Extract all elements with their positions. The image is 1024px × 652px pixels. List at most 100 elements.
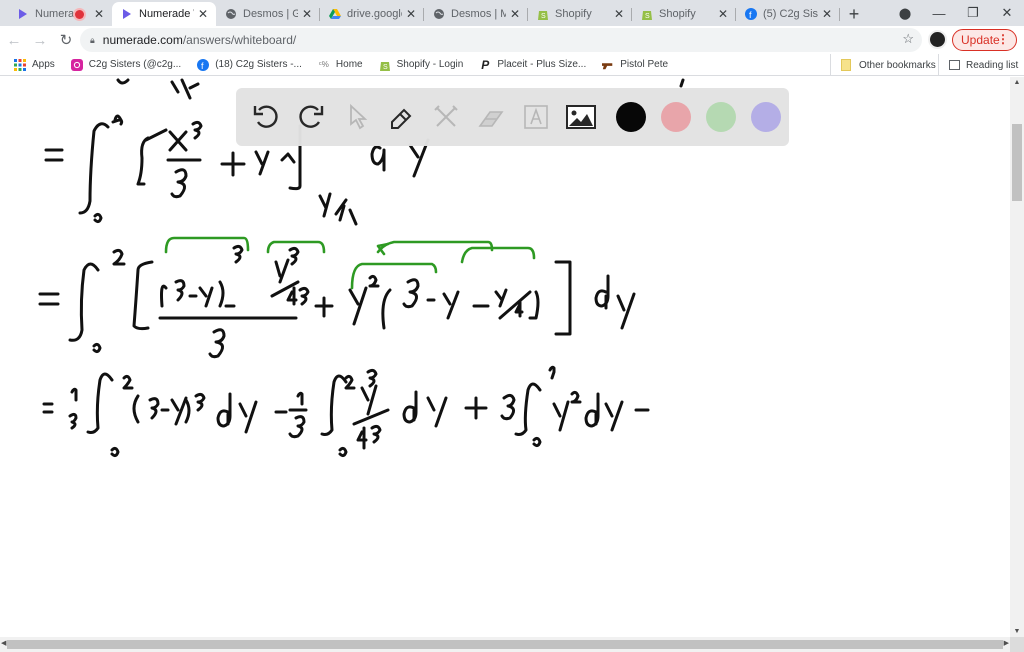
bookmark-item[interactable]: Pistol Pete <box>602 59 668 71</box>
reload-button[interactable]: ↻ <box>54 31 78 49</box>
whiteboard-toolbar <box>236 88 789 146</box>
color-swatch[interactable] <box>616 102 646 132</box>
eraser-tool-button[interactable] <box>473 99 509 135</box>
tab-title: Shopify <box>659 8 696 20</box>
equation-line-2 <box>38 236 636 359</box>
tab-title: Numerade Whiteboard <box>139 8 194 20</box>
bookmark-label: (18) C2g Sisters -... <box>215 59 302 70</box>
close-tab-icon[interactable]: ✕ <box>302 7 312 21</box>
vertical-scrollbar[interactable]: ▲ ▼ <box>1010 77 1024 637</box>
bookmark-item[interactable]: P Placeit - Plus Size... <box>479 57 586 72</box>
image-tool-button[interactable] <box>563 99 599 135</box>
redo-button[interactable] <box>293 99 329 135</box>
other-bookmarks[interactable]: Other bookmarks <box>830 54 936 76</box>
shopify-icon: S <box>379 59 391 71</box>
color-swatch[interactable] <box>751 102 781 132</box>
browser-tab[interactable]: Desmos | Graphing ✕ <box>216 2 320 26</box>
svg-text:S: S <box>383 64 388 71</box>
back-button[interactable]: ← <box>2 32 26 49</box>
bookmark-item[interactable]: C2g Sisters (@c2g... <box>70 58 182 71</box>
scroll-left-icon[interactable]: ◀ <box>1 639 6 647</box>
scroll-up-icon[interactable]: ▲ <box>1010 79 1024 86</box>
bookmark-label: Apps <box>32 59 55 70</box>
bookmark-label: C2g Sisters (@c2g... <box>88 59 182 70</box>
forward-button[interactable]: → <box>28 32 52 49</box>
pen-tool-button[interactable] <box>383 99 419 135</box>
minimize-button[interactable]: — <box>922 6 956 21</box>
scroll-right-icon[interactable]: ▶ <box>1004 639 1009 647</box>
close-tab-icon[interactable]: ✕ <box>94 7 104 21</box>
update-label: Update <box>961 33 1000 47</box>
restore-button[interactable]: ❐ <box>956 5 990 21</box>
whiteboard-canvas[interactable] <box>0 77 1010 637</box>
horizontal-scroll-thumb[interactable] <box>7 640 1003 649</box>
browser-tab[interactable]: Numerade ✕ <box>8 2 112 26</box>
placeit-icon: P <box>481 57 490 72</box>
close-tab-icon[interactable]: ✕ <box>614 7 624 21</box>
address-bar[interactable]: 🔒︎ numerade.com /answers/whiteboard/ ☆ <box>80 28 922 52</box>
tab-title: (5) C2g Sisters <box>763 8 818 20</box>
close-tab-icon[interactable]: ✕ <box>718 7 728 21</box>
browser-tab[interactable]: S Shopify ✕ <box>528 2 632 26</box>
folder-icon <box>841 59 851 71</box>
bookmark-label: Home <box>335 59 363 70</box>
ink-stroke <box>170 78 200 100</box>
close-tab-icon[interactable]: ✕ <box>198 7 208 21</box>
globe-icon <box>432 8 445 21</box>
apps-grid-icon <box>14 58 26 71</box>
bookmark-item[interactable]: f (18) C2g Sisters -... <box>197 58 302 71</box>
image-icon <box>566 105 596 129</box>
bookmark-item[interactable]: ᶜ% Home <box>318 59 363 71</box>
reading-list[interactable]: Reading list <box>938 54 1018 76</box>
bookmark-star-icon[interactable]: ☆ <box>902 31 914 47</box>
shopify-icon: S <box>536 8 549 21</box>
browser-tab[interactable]: Numerade Whiteboard ✕ <box>112 2 216 26</box>
tab-title: Numerade <box>35 8 75 20</box>
new-tab-button[interactable]: + <box>840 2 868 26</box>
numerade-icon <box>120 8 133 21</box>
select-tool-button[interactable] <box>338 99 374 135</box>
url-host: numerade.com <box>102 33 183 47</box>
browser-tab[interactable]: drive.google.com ✕ <box>320 2 424 26</box>
bookmark-item[interactable]: S Shopify - Login <box>379 59 463 71</box>
close-tab-icon[interactable]: ✕ <box>822 7 832 21</box>
pen-icon <box>391 108 412 129</box>
close-tab-icon[interactable]: ✕ <box>406 7 416 21</box>
tab-title: drive.google.com <box>347 8 402 20</box>
shopify-icon: S <box>640 8 653 21</box>
bookmark-item[interactable]: Apps <box>14 58 55 71</box>
browser-tab[interactable]: S Shopify ✕ <box>632 2 736 26</box>
color-swatch[interactable] <box>706 102 736 132</box>
browser-tab[interactable]: Desmos | Matrix ✕ <box>424 2 528 26</box>
text-tool-button[interactable] <box>518 99 554 135</box>
redo-icon <box>299 105 324 128</box>
close-tab-icon[interactable]: ✕ <box>510 7 520 21</box>
vertical-scroll-thumb[interactable] <box>1012 124 1022 201</box>
tab-title: Desmos | Graphing <box>243 8 298 20</box>
facebook-icon: f <box>744 8 757 21</box>
profile-avatar[interactable] <box>928 30 947 49</box>
eraser-icon <box>478 111 504 127</box>
update-button[interactable]: Update ⋮ <box>952 29 1017 51</box>
bookmarks-bar: Apps C2g Sisters (@c2g... f (18) C2g Sister… <box>0 54 1024 76</box>
undo-button[interactable] <box>248 99 284 135</box>
horizontal-scrollbar[interactable]: ◀ ▶ <box>0 637 1010 652</box>
facebook-icon: f <box>197 58 210 71</box>
scroll-down-icon[interactable]: ▼ <box>1010 628 1024 635</box>
color-swatch[interactable] <box>661 102 691 132</box>
url-path: /answers/whiteboard/ <box>182 33 297 47</box>
reading-list-icon <box>949 60 960 70</box>
more-menu-icon: ⋮ <box>997 32 1009 46</box>
browser-toolbar: ← → ↻ 🔒︎ numerade.com /answers/whiteboar… <box>0 26 1024 54</box>
ink-stroke <box>116 78 130 85</box>
lock-icon: 🔒︎ <box>90 34 95 45</box>
google-drive-icon <box>328 8 341 21</box>
svg-text:S: S <box>645 13 650 20</box>
profile-menu-icon[interactable]: ⬤ <box>888 7 922 20</box>
numerade-icon <box>16 8 29 21</box>
browser-tab[interactable]: f (5) C2g Sisters ✕ <box>736 2 840 26</box>
tools-button[interactable] <box>428 99 464 135</box>
tab-strip: Numerade✕Numerade Whiteboard✕Desmos | Gr… <box>0 0 1024 26</box>
pistol-icon <box>602 59 614 71</box>
close-window-button[interactable]: ✕ <box>990 5 1024 21</box>
